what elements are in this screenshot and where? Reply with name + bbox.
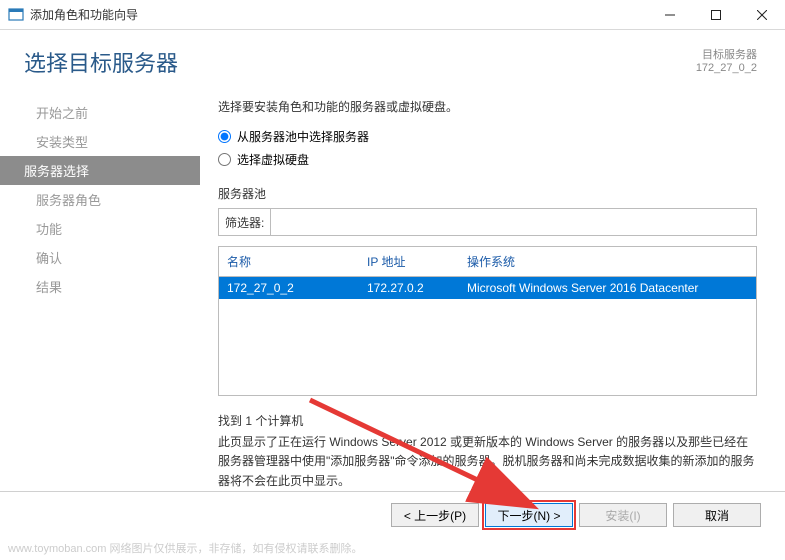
server-pool-label: 服务器池	[218, 185, 757, 202]
minimize-button[interactable]	[647, 0, 693, 30]
filter-input[interactable]	[270, 209, 756, 235]
cancel-button[interactable]: 取消	[673, 503, 761, 527]
filter-box: 筛选器:	[218, 208, 757, 236]
table-row[interactable]: 172_27_0_2 172.27.0.2 Microsoft Windows …	[219, 277, 756, 299]
footer-text: 找到 1 个计算机 此页显示了正在运行 Windows Server 2012 …	[218, 412, 757, 491]
app-icon	[8, 7, 24, 23]
radio-pool-label: 从服务器池中选择服务器	[237, 128, 369, 145]
sidebar-item-confirm[interactable]: 确认	[0, 243, 200, 272]
window-controls	[647, 0, 785, 30]
watermark: www.toymoban.com 网络图片仅供展示，非存储，如有侵权请联系删除。	[8, 540, 362, 556]
maximize-button[interactable]	[693, 0, 739, 30]
sidebar-item-results[interactable]: 结果	[0, 272, 200, 301]
button-bar: < 上一步(P) 下一步(N) > 安装(I) 取消	[0, 491, 785, 539]
instruction-text: 选择要安装角色和功能的服务器或虚拟硬盘。	[218, 98, 757, 115]
table-header: 名称 IP 地址 操作系统	[219, 247, 756, 277]
target-value: 172_27_0_2	[696, 62, 757, 74]
cell-os: Microsoft Windows Server 2016 Datacenter	[467, 281, 748, 295]
page-heading: 选择目标服务器	[24, 46, 178, 78]
target-label: 目标服务器	[696, 46, 757, 62]
sidebar-item-install-type[interactable]: 安装类型	[0, 127, 200, 156]
radio-pool-input[interactable]	[218, 130, 231, 143]
radio-select-from-pool[interactable]: 从服务器池中选择服务器	[218, 128, 757, 145]
titlebar: 添加角色和功能向导	[0, 0, 785, 30]
col-header-name[interactable]: 名称	[227, 253, 367, 270]
filter-label: 筛选器:	[219, 214, 270, 231]
radio-vhd-input[interactable]	[218, 153, 231, 166]
target-info: 目标服务器 172_27_0_2	[696, 46, 757, 74]
sidebar-item-server-roles[interactable]: 服务器角色	[0, 185, 200, 214]
col-header-ip[interactable]: IP 地址	[367, 253, 467, 270]
sidebar-item-server-selection[interactable]: 服务器选择	[0, 156, 200, 185]
sidebar-item-features[interactable]: 功能	[0, 214, 200, 243]
col-header-os[interactable]: 操作系统	[467, 253, 748, 270]
install-button: 安装(I)	[579, 503, 667, 527]
note-text: 此页显示了正在运行 Windows Server 2012 或更新版本的 Win…	[218, 433, 757, 491]
count-text: 找到 1 个计算机	[218, 412, 757, 431]
close-button[interactable]	[739, 0, 785, 30]
window-title: 添加角色和功能向导	[30, 6, 138, 23]
wizard-sidebar: 开始之前 安装类型 服务器选择 服务器角色 功能 确认 结果	[0, 86, 200, 491]
sidebar-item-before-begin[interactable]: 开始之前	[0, 98, 200, 127]
next-button[interactable]: 下一步(N) >	[485, 503, 573, 527]
prev-button[interactable]: < 上一步(P)	[391, 503, 479, 527]
radio-vhd-label: 选择虚拟硬盘	[237, 151, 309, 168]
radio-select-vhd[interactable]: 选择虚拟硬盘	[218, 151, 757, 168]
cell-name: 172_27_0_2	[227, 281, 367, 295]
cell-ip: 172.27.0.2	[367, 281, 467, 295]
server-table: 名称 IP 地址 操作系统 172_27_0_2 172.27.0.2 Micr…	[218, 246, 757, 396]
